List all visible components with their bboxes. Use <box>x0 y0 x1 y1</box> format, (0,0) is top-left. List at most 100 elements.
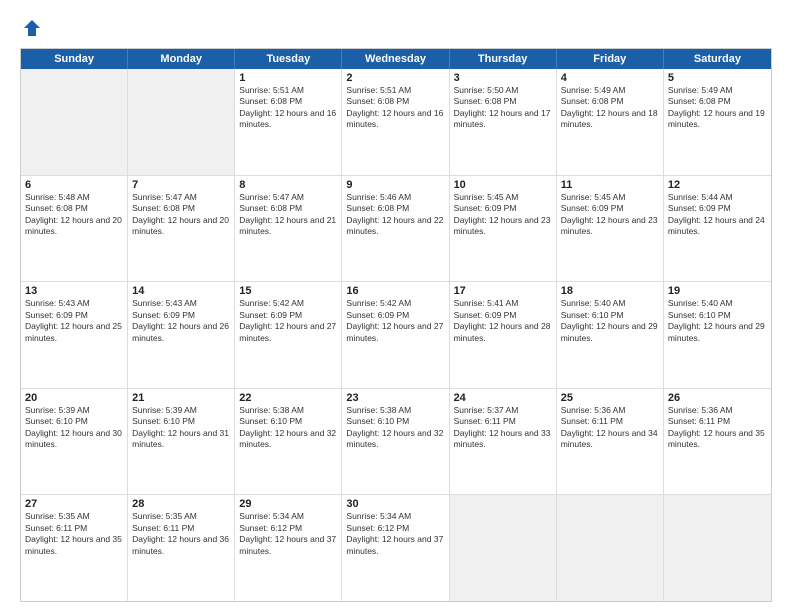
cell-info: Sunrise: 5:40 AM Sunset: 6:10 PM Dayligh… <box>561 298 659 344</box>
cell-info: Sunrise: 5:45 AM Sunset: 6:09 PM Dayligh… <box>561 192 659 238</box>
day-number: 3 <box>454 72 552 84</box>
day-number: 18 <box>561 285 659 297</box>
day-number: 29 <box>239 498 337 510</box>
weekday-header-sunday: Sunday <box>21 49 128 69</box>
day-number: 27 <box>25 498 123 510</box>
cell-info: Sunrise: 5:48 AM Sunset: 6:08 PM Dayligh… <box>25 192 123 238</box>
cell-info: Sunrise: 5:47 AM Sunset: 6:08 PM Dayligh… <box>239 192 337 238</box>
day-number: 25 <box>561 392 659 404</box>
weekday-header-friday: Friday <box>557 49 664 69</box>
calendar-cell: 12Sunrise: 5:44 AM Sunset: 6:09 PM Dayli… <box>664 176 771 282</box>
day-number: 1 <box>239 72 337 84</box>
cell-info: Sunrise: 5:40 AM Sunset: 6:10 PM Dayligh… <box>668 298 767 344</box>
calendar-cell: 26Sunrise: 5:36 AM Sunset: 6:11 PM Dayli… <box>664 389 771 495</box>
cell-info: Sunrise: 5:47 AM Sunset: 6:08 PM Dayligh… <box>132 192 230 238</box>
calendar: SundayMondayTuesdayWednesdayThursdayFrid… <box>20 48 772 602</box>
cell-info: Sunrise: 5:49 AM Sunset: 6:08 PM Dayligh… <box>668 85 767 131</box>
cell-info: Sunrise: 5:36 AM Sunset: 6:11 PM Dayligh… <box>561 405 659 451</box>
cell-info: Sunrise: 5:51 AM Sunset: 6:08 PM Dayligh… <box>239 85 337 131</box>
cell-info: Sunrise: 5:50 AM Sunset: 6:08 PM Dayligh… <box>454 85 552 131</box>
day-number: 22 <box>239 392 337 404</box>
day-number: 9 <box>346 179 444 191</box>
day-number: 20 <box>25 392 123 404</box>
calendar-cell: 6Sunrise: 5:48 AM Sunset: 6:08 PM Daylig… <box>21 176 128 282</box>
calendar-row-2: 13Sunrise: 5:43 AM Sunset: 6:09 PM Dayli… <box>21 281 771 388</box>
weekday-header-wednesday: Wednesday <box>342 49 449 69</box>
calendar-cell: 7Sunrise: 5:47 AM Sunset: 6:08 PM Daylig… <box>128 176 235 282</box>
day-number: 26 <box>668 392 767 404</box>
weekday-header-monday: Monday <box>128 49 235 69</box>
calendar-cell: 24Sunrise: 5:37 AM Sunset: 6:11 PM Dayli… <box>450 389 557 495</box>
calendar-row-3: 20Sunrise: 5:39 AM Sunset: 6:10 PM Dayli… <box>21 388 771 495</box>
day-number: 12 <box>668 179 767 191</box>
calendar-cell: 11Sunrise: 5:45 AM Sunset: 6:09 PM Dayli… <box>557 176 664 282</box>
day-number: 21 <box>132 392 230 404</box>
calendar-cell <box>557 495 664 601</box>
day-number: 17 <box>454 285 552 297</box>
day-number: 5 <box>668 72 767 84</box>
cell-info: Sunrise: 5:42 AM Sunset: 6:09 PM Dayligh… <box>239 298 337 344</box>
day-number: 28 <box>132 498 230 510</box>
cell-info: Sunrise: 5:38 AM Sunset: 6:10 PM Dayligh… <box>239 405 337 451</box>
cell-info: Sunrise: 5:37 AM Sunset: 6:11 PM Dayligh… <box>454 405 552 451</box>
calendar-cell: 28Sunrise: 5:35 AM Sunset: 6:11 PM Dayli… <box>128 495 235 601</box>
cell-info: Sunrise: 5:44 AM Sunset: 6:09 PM Dayligh… <box>668 192 767 238</box>
calendar-cell: 23Sunrise: 5:38 AM Sunset: 6:10 PM Dayli… <box>342 389 449 495</box>
cell-info: Sunrise: 5:34 AM Sunset: 6:12 PM Dayligh… <box>346 511 444 557</box>
calendar-cell <box>128 69 235 175</box>
cell-info: Sunrise: 5:41 AM Sunset: 6:09 PM Dayligh… <box>454 298 552 344</box>
calendar-body: 1Sunrise: 5:51 AM Sunset: 6:08 PM Daylig… <box>21 69 771 601</box>
calendar-cell: 27Sunrise: 5:35 AM Sunset: 6:11 PM Dayli… <box>21 495 128 601</box>
calendar-cell: 2Sunrise: 5:51 AM Sunset: 6:08 PM Daylig… <box>342 69 449 175</box>
day-number: 14 <box>132 285 230 297</box>
day-number: 30 <box>346 498 444 510</box>
cell-info: Sunrise: 5:51 AM Sunset: 6:08 PM Dayligh… <box>346 85 444 131</box>
cell-info: Sunrise: 5:38 AM Sunset: 6:10 PM Dayligh… <box>346 405 444 451</box>
day-number: 24 <box>454 392 552 404</box>
day-number: 6 <box>25 179 123 191</box>
calendar-cell: 25Sunrise: 5:36 AM Sunset: 6:11 PM Dayli… <box>557 389 664 495</box>
calendar-cell: 20Sunrise: 5:39 AM Sunset: 6:10 PM Dayli… <box>21 389 128 495</box>
calendar-cell: 14Sunrise: 5:43 AM Sunset: 6:09 PM Dayli… <box>128 282 235 388</box>
calendar-cell: 18Sunrise: 5:40 AM Sunset: 6:10 PM Dayli… <box>557 282 664 388</box>
day-number: 15 <box>239 285 337 297</box>
calendar-cell: 29Sunrise: 5:34 AM Sunset: 6:12 PM Dayli… <box>235 495 342 601</box>
cell-info: Sunrise: 5:45 AM Sunset: 6:09 PM Dayligh… <box>454 192 552 238</box>
weekday-header-tuesday: Tuesday <box>235 49 342 69</box>
cell-info: Sunrise: 5:35 AM Sunset: 6:11 PM Dayligh… <box>132 511 230 557</box>
cell-info: Sunrise: 5:43 AM Sunset: 6:09 PM Dayligh… <box>132 298 230 344</box>
calendar-cell <box>450 495 557 601</box>
day-number: 8 <box>239 179 337 191</box>
calendar-cell: 8Sunrise: 5:47 AM Sunset: 6:08 PM Daylig… <box>235 176 342 282</box>
calendar-cell: 30Sunrise: 5:34 AM Sunset: 6:12 PM Dayli… <box>342 495 449 601</box>
day-number: 2 <box>346 72 444 84</box>
day-number: 10 <box>454 179 552 191</box>
cell-info: Sunrise: 5:39 AM Sunset: 6:10 PM Dayligh… <box>25 405 123 451</box>
logo-icon <box>22 18 42 38</box>
day-number: 16 <box>346 285 444 297</box>
cell-info: Sunrise: 5:35 AM Sunset: 6:11 PM Dayligh… <box>25 511 123 557</box>
calendar-cell: 5Sunrise: 5:49 AM Sunset: 6:08 PM Daylig… <box>664 69 771 175</box>
weekday-header-saturday: Saturday <box>664 49 771 69</box>
calendar-cell <box>21 69 128 175</box>
cell-info: Sunrise: 5:43 AM Sunset: 6:09 PM Dayligh… <box>25 298 123 344</box>
day-number: 13 <box>25 285 123 297</box>
calendar-cell: 15Sunrise: 5:42 AM Sunset: 6:09 PM Dayli… <box>235 282 342 388</box>
calendar-cell: 19Sunrise: 5:40 AM Sunset: 6:10 PM Dayli… <box>664 282 771 388</box>
cell-info: Sunrise: 5:34 AM Sunset: 6:12 PM Dayligh… <box>239 511 337 557</box>
calendar-cell: 22Sunrise: 5:38 AM Sunset: 6:10 PM Dayli… <box>235 389 342 495</box>
day-number: 23 <box>346 392 444 404</box>
day-number: 4 <box>561 72 659 84</box>
calendar-cell: 10Sunrise: 5:45 AM Sunset: 6:09 PM Dayli… <box>450 176 557 282</box>
logo <box>20 18 42 38</box>
calendar-cell: 4Sunrise: 5:49 AM Sunset: 6:08 PM Daylig… <box>557 69 664 175</box>
calendar-cell: 9Sunrise: 5:46 AM Sunset: 6:08 PM Daylig… <box>342 176 449 282</box>
day-number: 11 <box>561 179 659 191</box>
weekday-header-thursday: Thursday <box>450 49 557 69</box>
calendar-cell: 1Sunrise: 5:51 AM Sunset: 6:08 PM Daylig… <box>235 69 342 175</box>
cell-info: Sunrise: 5:49 AM Sunset: 6:08 PM Dayligh… <box>561 85 659 131</box>
calendar-row-0: 1Sunrise: 5:51 AM Sunset: 6:08 PM Daylig… <box>21 69 771 175</box>
cell-info: Sunrise: 5:36 AM Sunset: 6:11 PM Dayligh… <box>668 405 767 451</box>
cell-info: Sunrise: 5:42 AM Sunset: 6:09 PM Dayligh… <box>346 298 444 344</box>
cell-info: Sunrise: 5:46 AM Sunset: 6:08 PM Dayligh… <box>346 192 444 238</box>
